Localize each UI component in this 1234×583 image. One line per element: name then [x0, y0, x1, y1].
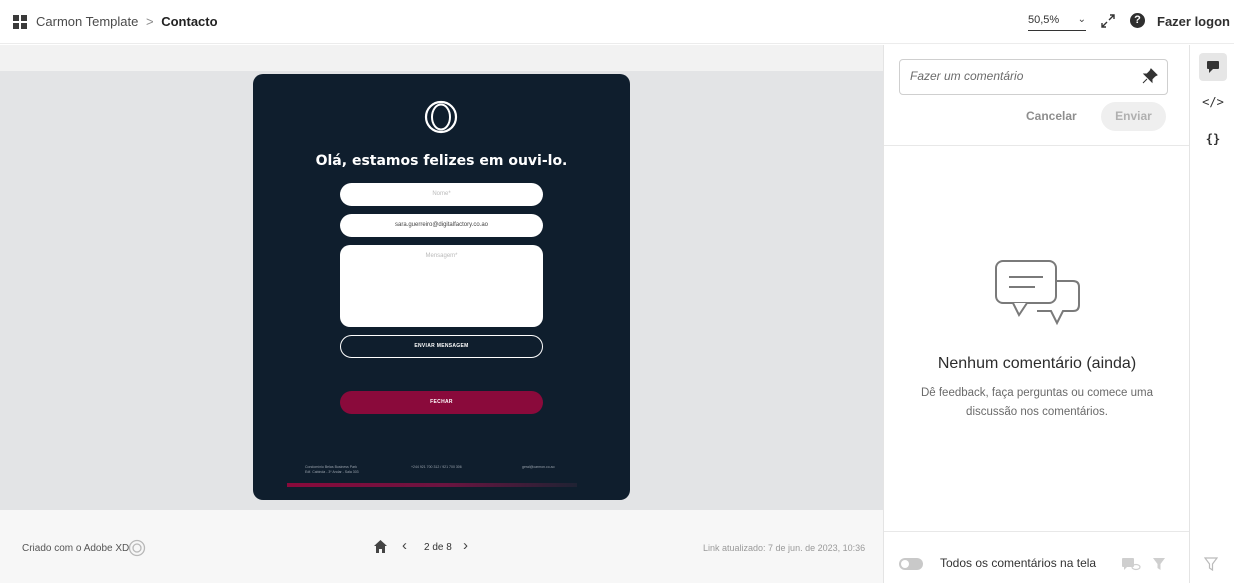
page-counter: 2 de 8 — [424, 542, 452, 553]
footer-address: Condomínio Belas Business Park Edf. Cabi… — [305, 465, 359, 474]
breadcrumb-separator: > — [146, 14, 154, 29]
top-bar: Carmon Template > Contacto 50,5% ⌄ ? Faz… — [0, 0, 1234, 44]
code-tab[interactable]: </> — [1199, 88, 1227, 116]
right-rail: </> {} — [1189, 45, 1234, 583]
cancel-button[interactable]: Cancelar — [1026, 109, 1077, 123]
send-comment-button[interactable]: Enviar — [1101, 102, 1166, 131]
footer-gradient-bar — [287, 483, 577, 487]
empty-state-title: Nenhum comentário (ainda) — [937, 355, 1137, 372]
email-field[interactable]: sara.guerreiro@digitalfactory.co.ao — [340, 214, 543, 237]
footer-email: geral@carmon.co.ao — [522, 465, 555, 469]
comment-icon — [1207, 61, 1219, 73]
hide-comments-icon[interactable] — [1121, 557, 1141, 571]
home-icon[interactable] — [373, 539, 388, 554]
comment-input[interactable]: Fazer um comentário — [899, 59, 1168, 95]
next-page-icon[interactable]: › — [463, 537, 468, 554]
close-button[interactable]: FECHAR — [340, 391, 543, 414]
message-field[interactable]: Mensagem* — [340, 245, 543, 327]
previous-page-icon[interactable]: ‹ — [402, 537, 407, 554]
chevron-down-icon: ⌄ — [1077, 14, 1086, 25]
stage-top-strip — [0, 45, 883, 71]
sign-in-button[interactable]: Fazer logon — [1157, 14, 1230, 29]
comments-footer: Todos os comentários na tela — [884, 531, 1190, 583]
help-icon[interactable]: ? — [1130, 13, 1145, 28]
creative-cloud-icon — [128, 539, 146, 557]
logo-ring-icon — [424, 100, 458, 134]
empty-state-text: Dê feedback, faça perguntas ou comece um… — [920, 387, 1154, 418]
comments-panel: Fazer um comentário Cancelar Enviar Nenh… — [883, 45, 1190, 583]
prototype-stage: Olá, estamos felizes em ouvi-lo. Nome* s… — [0, 45, 883, 510]
show-comments-label: Todos os comentários na tela — [940, 556, 1097, 570]
comment-compose: Fazer um comentário Cancelar Enviar — [884, 45, 1190, 146]
comments-empty-icon — [995, 260, 1080, 326]
footer-phone: +244 921 700 312 / 921 700 306 — [411, 465, 462, 469]
name-field[interactable]: Nome* — [340, 183, 543, 206]
filter-icon[interactable] — [1153, 557, 1165, 571]
fullscreen-icon[interactable] — [1100, 13, 1116, 29]
breadcrumb: Carmon Template > Contacto — [36, 14, 218, 29]
grid-menu-icon[interactable] — [13, 15, 27, 29]
link-updated-text: Link atualizado: 7 de jun. de 2023, 10:3… — [703, 543, 866, 553]
comment-input-placeholder: Fazer um comentário — [910, 69, 1024, 83]
show-comments-toggle[interactable] — [899, 558, 923, 570]
pin-icon[interactable] — [1142, 68, 1158, 84]
zoom-select[interactable]: 50,5% ⌄ — [1028, 14, 1086, 31]
artboard-contacto: Olá, estamos felizes em ouvi-lo. Nome* s… — [253, 74, 630, 500]
artboard-heading: Olá, estamos felizes em ouvi-lo. — [315, 153, 568, 169]
made-with-label: Criado com o Adobe XD — [22, 543, 130, 554]
send-message-button[interactable]: ENVIAR MENSAGEM — [340, 335, 543, 358]
breadcrumb-project[interactable]: Carmon Template — [36, 14, 138, 29]
comments-tab[interactable] — [1199, 53, 1227, 81]
zoom-value: 50,5% — [1028, 14, 1060, 26]
specs-tab[interactable]: {} — [1199, 125, 1227, 153]
pin-filter-icon[interactable] — [1204, 557, 1218, 571]
breadcrumb-current-page: Contacto — [161, 14, 218, 29]
